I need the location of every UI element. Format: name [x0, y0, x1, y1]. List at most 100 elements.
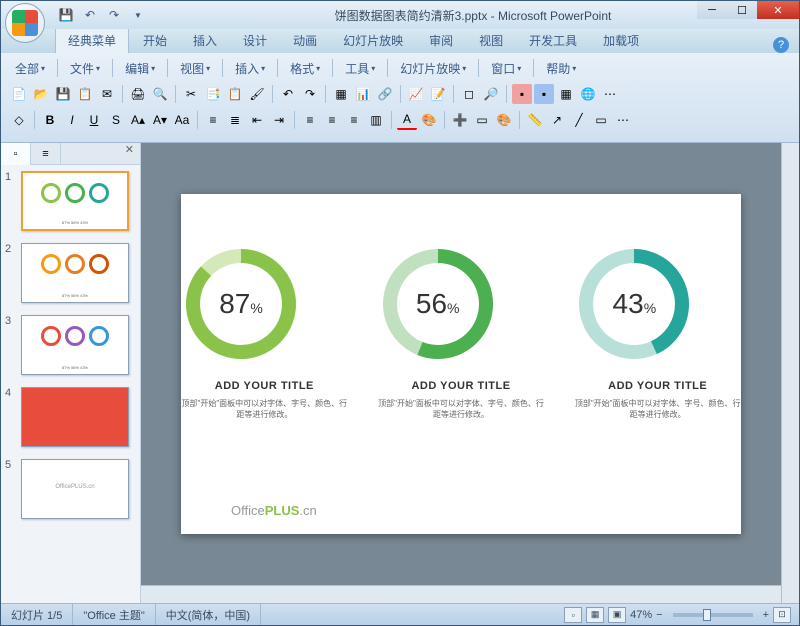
tab-dev[interactable]: 开发工具 — [517, 28, 589, 53]
shapes-icon[interactable]: ◇ — [9, 110, 29, 130]
menu-tools[interactable]: 工具▾ — [339, 58, 381, 79]
ruler-icon[interactable]: 📏 — [525, 110, 545, 130]
numbering-icon[interactable]: ≣ — [225, 110, 245, 130]
columns-icon[interactable]: ▥ — [366, 110, 386, 130]
undo-icon[interactable]: ↶ — [81, 6, 99, 24]
italic-icon[interactable]: I — [62, 110, 82, 130]
undo-icon[interactable]: ↶ — [278, 84, 298, 104]
slide-thumb-5[interactable]: 5 OfficePLUS.cn — [1, 453, 140, 525]
email-icon[interactable]: ✉ — [97, 84, 117, 104]
office-button[interactable] — [5, 3, 45, 43]
zoom-slider[interactable] — [673, 613, 753, 617]
sorter-view-icon[interactable]: ▦ — [586, 607, 604, 623]
panel-close-icon[interactable]: ✕ — [119, 143, 140, 164]
zoom-in-icon[interactable]: + — [763, 609, 769, 621]
design-icon[interactable]: 🎨 — [494, 110, 514, 130]
menu-help[interactable]: 帮助▾ — [540, 58, 582, 79]
tab-view[interactable]: 视图 — [467, 28, 515, 53]
help-icon[interactable]: ? — [773, 37, 789, 53]
change-case-icon[interactable]: Aa — [172, 110, 192, 130]
menu-window[interactable]: 窗口▾ — [485, 58, 527, 79]
close-button[interactable]: ✕ — [757, 1, 799, 19]
outline-tab[interactable]: ≡ — [31, 143, 61, 165]
format-painter-icon[interactable]: 🖌 — [247, 84, 267, 104]
link-icon[interactable]: 🔗 — [375, 84, 395, 104]
tab-insert[interactable]: 插入 — [181, 28, 229, 53]
menu-view[interactable]: 视图▾ — [174, 58, 216, 79]
more-icon[interactable]: ⋯ — [600, 84, 620, 104]
status-language[interactable]: 中文(简体，中国) — [156, 604, 261, 625]
line-icon[interactable]: ╱ — [569, 110, 589, 130]
new-icon[interactable]: 📄 — [9, 84, 29, 104]
menu-slideshow[interactable]: 幻灯片放映▾ — [394, 58, 472, 79]
paste-icon[interactable]: 📋 — [225, 84, 245, 104]
tab-addins[interactable]: 加载项 — [591, 28, 651, 53]
tab-review[interactable]: 审阅 — [417, 28, 465, 53]
align-right-icon[interactable]: ≡ — [344, 110, 364, 130]
tab-slideshow[interactable]: 幻灯片放映 — [331, 28, 415, 53]
bold-icon[interactable]: B — [40, 110, 60, 130]
chart-icon[interactable]: 📊 — [353, 84, 373, 104]
open-icon[interactable]: 📂 — [31, 84, 51, 104]
menu-all[interactable]: 全部▾ — [9, 58, 51, 79]
tab-animation[interactable]: 动画 — [281, 28, 329, 53]
cut-icon[interactable]: ✂ — [181, 84, 201, 104]
normal-view-icon[interactable]: ▫ — [564, 607, 582, 623]
slide-thumb-4[interactable]: 4 — [1, 381, 140, 453]
grow-font-icon[interactable]: A▴ — [128, 110, 148, 130]
color2-icon[interactable]: ▪ — [534, 84, 554, 104]
bullets-icon[interactable]: ≡ — [203, 110, 223, 130]
strike-icon[interactable]: S — [106, 110, 126, 130]
redo-icon[interactable]: ↷ — [300, 84, 320, 104]
textbox-icon[interactable]: 📝 — [428, 84, 448, 104]
thumbnails-tab[interactable]: ▫ — [1, 143, 31, 165]
chart2-icon[interactable]: 📈 — [406, 84, 426, 104]
indent-dec-icon[interactable]: ⇤ — [247, 110, 267, 130]
zoom-level[interactable]: 47% — [630, 609, 652, 621]
table-icon[interactable]: ▦ — [331, 84, 351, 104]
saveas-icon[interactable]: 📋 — [75, 84, 95, 104]
menu-edit[interactable]: 编辑▾ — [119, 58, 161, 79]
shape-icon[interactable]: ◻ — [459, 84, 479, 104]
print-icon[interactable]: 🖨 — [128, 84, 148, 104]
zoom-out-icon[interactable]: − — [656, 609, 662, 621]
redo-icon[interactable]: ↷ — [105, 6, 123, 24]
browse-icon[interactable]: 🌐 — [578, 84, 598, 104]
zoom-icon[interactable]: 🔎 — [481, 84, 501, 104]
current-slide[interactable]: 87% ADD YOUR TITLE 顶部"开始"面板中可以对字体、字号、颜色、… — [181, 194, 741, 534]
rect-icon[interactable]: ▭ — [591, 110, 611, 130]
menu-insert[interactable]: 插入▾ — [229, 58, 271, 79]
vertical-scrollbar[interactable] — [781, 143, 799, 603]
slide-editor[interactable]: 87% ADD YOUR TITLE 顶部"开始"面板中可以对字体、字号、颜色、… — [141, 143, 799, 603]
menu-file[interactable]: 文件▾ — [64, 58, 106, 79]
shrink-font-icon[interactable]: A▾ — [150, 110, 170, 130]
slideshow-view-icon[interactable]: ▣ — [608, 607, 626, 623]
menu-format[interactable]: 格式▾ — [284, 58, 326, 79]
minimize-button[interactable]: ─ — [697, 1, 727, 19]
indent-inc-icon[interactable]: ⇥ — [269, 110, 289, 130]
fill-color-icon[interactable]: 🎨 — [419, 110, 439, 130]
qat-more-icon[interactable]: ▼ — [129, 6, 147, 24]
arrow-icon[interactable]: ↗ — [547, 110, 567, 130]
align-center-icon[interactable]: ≡ — [322, 110, 342, 130]
maximize-button[interactable]: ☐ — [727, 1, 757, 19]
copy-icon[interactable]: 📑 — [203, 84, 223, 104]
horizontal-scrollbar[interactable] — [141, 585, 781, 603]
save-icon[interactable]: 💾 — [57, 6, 75, 24]
grid-icon[interactable]: ▦ — [556, 84, 576, 104]
tab-classic-menu[interactable]: 经典菜单 — [55, 27, 129, 53]
tab-home[interactable]: 开始 — [131, 28, 179, 53]
slide-thumb-2[interactable]: 2 87% 56% 43% — [1, 237, 140, 309]
slide-thumb-3[interactable]: 3 87% 56% 43% — [1, 309, 140, 381]
new-slide-icon[interactable]: ➕ — [450, 110, 470, 130]
fit-view-icon[interactable]: ⊡ — [773, 607, 791, 623]
underline-icon[interactable]: U — [84, 110, 104, 130]
layout-icon[interactable]: ▭ — [472, 110, 492, 130]
tab-design[interactable]: 设计 — [231, 28, 279, 53]
slide-thumb-1[interactable]: 1 87% 56% 43% — [1, 165, 140, 237]
color1-icon[interactable]: ▪ — [512, 84, 532, 104]
save-icon[interactable]: 💾 — [53, 84, 73, 104]
font-color-icon[interactable]: A — [397, 110, 417, 130]
more2-icon[interactable]: ⋯ — [613, 110, 633, 130]
preview-icon[interactable]: 🔍 — [150, 84, 170, 104]
